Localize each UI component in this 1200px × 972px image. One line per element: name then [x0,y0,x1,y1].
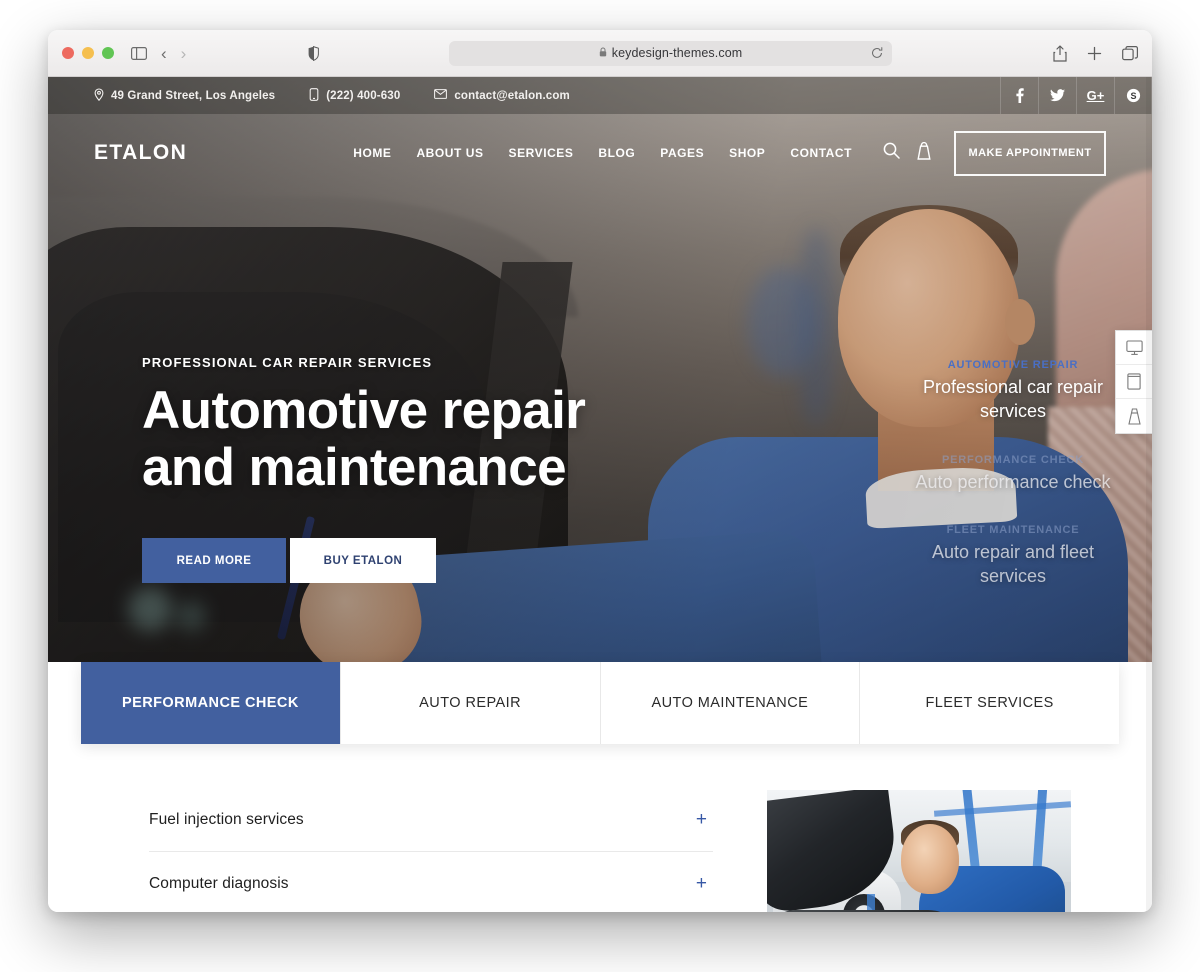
tab-performance-check[interactable]: PERFORMANCE CHECK [81,662,341,744]
social-twitter[interactable] [1038,77,1076,114]
topbar-address: 49 Grand Street, Los Angeles [94,87,276,104]
site-logo[interactable]: ETALON [94,141,187,165]
hero-title-line-2: and maintenance [142,438,567,498]
phone-icon [309,87,319,104]
hero-section: 49 Grand Street, Los Angeles (222) 400-6… [48,77,1152,662]
browser-toolbar: ‹ › keydesign-themes.com [48,30,1152,77]
accordion-item-fuel-injection-services[interactable]: Fuel injection services + [149,788,713,852]
forward-arrow-icon[interactable]: › [181,45,187,62]
browser-actions [1053,44,1138,62]
slide-category: AUTOMOTIVE REPAIR [947,359,1079,371]
nav-item-services[interactable]: SERVICES [509,146,574,160]
tab-fleet-services[interactable]: FLEET SERVICES [860,662,1119,744]
shopping-bag-icon[interactable] [916,141,932,165]
slide-nav-item-performance-check[interactable]: PERFORMANCE CHECK Auto performance check [908,454,1118,495]
page-content: 49 Grand Street, Los Angeles (222) 400-6… [48,77,1152,912]
social-links: G+ S [1000,77,1152,114]
social-google-plus[interactable]: G+ [1076,77,1114,114]
hero-title-line-1: Automotive repair [142,381,586,440]
window-controls [62,47,114,59]
nav-item-contact[interactable]: CONTACT [790,146,852,160]
nav-item-about-us[interactable]: ABOUT US [416,146,483,160]
page-scrollbar[interactable] [1146,77,1152,912]
tab-auto-repair[interactable]: AUTO REPAIR [340,662,601,744]
slide-category: PERFORMANCE CHECK [942,453,1084,466]
share-icon[interactable] [1053,44,1067,62]
slide-nav-item-fleet-maintenance[interactable]: FLEET MAINTENANCE Auto repair and fleet … [908,524,1118,589]
social-facebook[interactable] [1000,77,1038,114]
slide-title: Professional car repair services [922,377,1104,421]
hero-eyebrow: PROFESSIONAL CAR REPAIR SERVICES [142,355,433,370]
address-area: keydesign-themes.com [48,40,1152,66]
nav-item-shop[interactable]: SHOP [729,146,765,160]
navigation-arrows: ‹ › [161,45,186,62]
make-appointment-button[interactable]: MAKE APPOINTMENT [954,130,1106,176]
browser-window: ‹ › keydesign-themes.com 49 Grand Street… [48,30,1152,912]
tab-overview-icon[interactable] [1122,45,1138,61]
reload-icon[interactable] [871,47,883,59]
plus-icon[interactable]: + [696,874,707,893]
hero-copy: PROFESSIONAL CAR REPAIR SERVICES Automot… [142,355,586,584]
nav-item-pages[interactable]: PAGES [660,146,704,160]
topbar-phone[interactable]: (222) 400-630 [309,87,401,104]
tab-panel-performance-check: Fuel injection services + Computer diagn… [81,744,1119,912]
back-arrow-icon[interactable]: ‹ [161,45,167,62]
search-icon[interactable] [883,142,900,164]
google-plus-glyph: G+ [1086,88,1105,103]
nav-item-blog[interactable]: BLOG [598,146,635,160]
minimize-window-button[interactable] [82,47,94,59]
hero-title: Automotive repair and maintenance [142,381,586,498]
accordion-label: Computer diagnosis [149,874,289,892]
nav-icons [883,141,932,165]
mechanic-with-tablet-image [767,790,1071,912]
slide-title: Auto performance check [915,471,1111,492]
buy-etalon-button[interactable]: BUY ETALON [290,538,436,584]
svg-text:S: S [1130,91,1136,101]
plus-icon[interactable]: + [696,810,707,829]
sidebar-toggle-icon[interactable] [131,46,147,60]
topbar-address-text: 49 Grand Street, Los Angeles [111,89,276,102]
accordion-list: Fuel injection services + Computer diagn… [149,782,713,912]
top-info-bar: 49 Grand Street, Los Angeles (222) 400-6… [48,77,1152,114]
map-pin-icon [94,87,104,104]
topbar-email-text: contact@etalon.com [454,89,570,102]
hero-buttons: READ MORE BUY ETALON [142,538,585,584]
accordion-label: Fuel injection services [149,810,304,828]
maximize-window-button[interactable] [102,47,114,59]
slide-nav-item-automotive-repair[interactable]: AUTOMOTIVE REPAIR Professional car repai… [908,359,1118,424]
url-text: keydesign-themes.com [611,46,743,60]
slide-title: Auto repair and fleet services [931,542,1095,586]
nav-menu: HOME ABOUT US SERVICES BLOG PAGES SHOP C… [353,141,932,165]
address-bar[interactable]: keydesign-themes.com [449,40,892,66]
slide-category: FLEET MAINTENANCE [946,524,1080,537]
accordion-item-computer-diagnosis[interactable]: Computer diagnosis + [149,852,713,912]
tab-auto-maintenance[interactable]: AUTO MAINTENANCE [600,662,861,744]
main-navigation: ETALON HOME ABOUT US SERVICES BLOG PAGES… [48,114,1152,192]
close-window-button[interactable] [62,47,74,59]
services-tabs: PERFORMANCE CHECK AUTO REPAIR AUTO MAINT… [81,662,1119,744]
lock-icon [599,44,607,62]
plus-icon[interactable] [1087,46,1102,61]
topbar-email[interactable]: contact@etalon.com [434,89,570,102]
topbar-phone-text: (222) 400-630 [326,89,401,102]
slider-navigation: AUTOMOTIVE REPAIR Professional car repai… [908,359,1118,619]
envelope-icon [434,89,448,102]
privacy-shield-icon[interactable] [308,45,319,61]
nav-item-home[interactable]: HOME [353,146,391,160]
read-more-button[interactable]: READ MORE [142,538,286,584]
